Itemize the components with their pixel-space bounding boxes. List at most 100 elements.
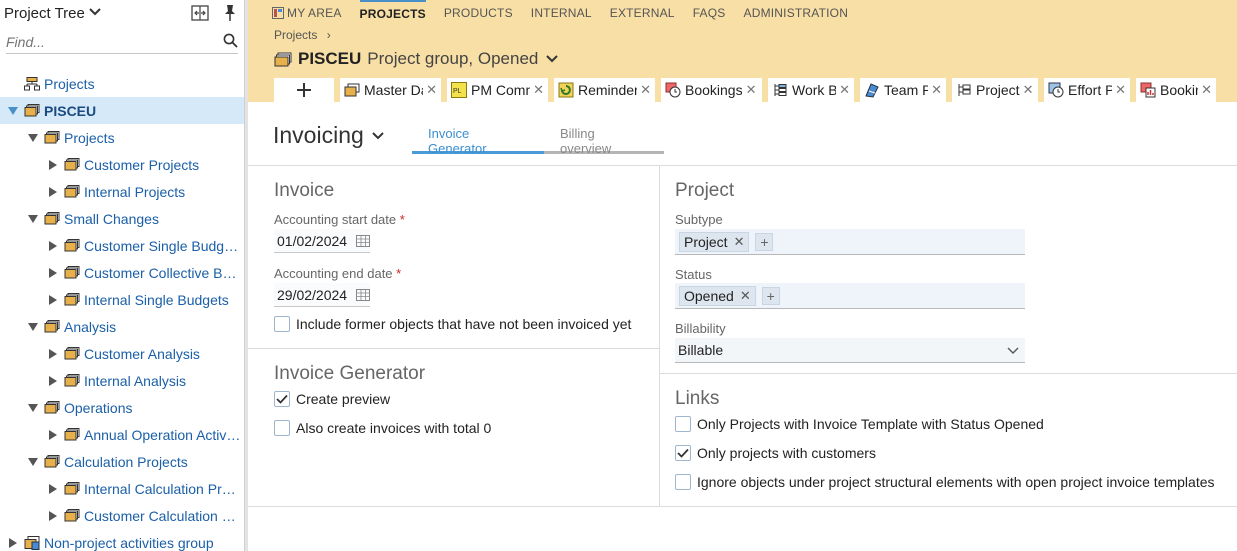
with-customers-checkbox[interactable] (675, 445, 691, 461)
tree-item[interactable]: Projects (0, 70, 244, 97)
collapse-arrow-icon[interactable] (26, 133, 40, 142)
object-tab[interactable]: Project ✕ (952, 78, 1038, 102)
close-icon[interactable]: ✕ (1201, 82, 1212, 98)
billability-select[interactable]: Billable (675, 338, 1025, 363)
search-icon[interactable] (223, 33, 238, 51)
expand-arrow-icon[interactable] (46, 483, 60, 494)
object-tab[interactable]: Bookings ✕ (661, 78, 762, 102)
tree-item[interactable]: Projects (0, 124, 244, 151)
start-date-input[interactable]: 01/02/2024 (274, 229, 370, 253)
object-tab[interactable]: Reminder ✕ (554, 78, 655, 102)
create-preview-checkbox[interactable] (274, 391, 290, 407)
include-former-checkbox[interactable] (274, 316, 290, 332)
chevron-down-icon[interactable] (89, 7, 101, 19)
collapse-arrow-icon[interactable] (26, 214, 40, 223)
tree-item[interactable]: Calculation Projects (0, 448, 244, 475)
subtype-input[interactable]: Project ✕ + (675, 229, 1025, 255)
expand-arrow-icon[interactable] (46, 186, 60, 197)
tree-item[interactable]: Customer Projects (0, 151, 244, 178)
expand-arrow-icon[interactable] (46, 267, 60, 278)
nav-item[interactable]: MY AREA (272, 0, 342, 26)
close-icon[interactable]: ✕ (1023, 82, 1034, 98)
tree-item[interactable]: Internal Single Budgets (0, 286, 244, 313)
expand-arrow-icon[interactable] (46, 375, 60, 386)
expand-arrow-icon[interactable] (46, 429, 60, 440)
include-former-option[interactable]: Include former objects that have not bee… (274, 316, 631, 332)
folder-icon (64, 374, 80, 387)
tree-item[interactable]: Small Changes (0, 205, 244, 232)
links-option-ignore-structural[interactable]: Ignore objects under project structural … (675, 474, 1215, 490)
create-preview-option[interactable]: Create preview (274, 391, 390, 407)
create-zero-checkbox[interactable] (274, 420, 290, 436)
nav-item[interactable]: EXTERNAL (610, 0, 675, 26)
object-tab[interactable]: Bookin✕ (1136, 78, 1216, 102)
collapse-arrow-icon[interactable] (26, 403, 40, 412)
tree-item[interactable]: Customer Collective B… (0, 259, 244, 286)
template-opened-checkbox[interactable] (675, 416, 691, 432)
add-tag-button[interactable]: + (761, 286, 780, 305)
remove-tag-icon[interactable]: ✕ (740, 288, 751, 304)
close-icon[interactable]: ✕ (1115, 82, 1126, 98)
object-tab[interactable]: PL PM Comme✕ (447, 78, 548, 102)
calendar-icon[interactable] (356, 234, 370, 247)
links-option-template-opened[interactable]: Only Projects with Invoice Template with… (675, 416, 1044, 432)
object-tab[interactable]: Effort P ✕ (1044, 78, 1130, 102)
tab-billing-overview[interactable]: Billing overview (544, 126, 664, 156)
expand-arrow-icon[interactable] (46, 294, 60, 305)
create-zero-option[interactable]: Also create invoices with total 0 (274, 420, 491, 436)
expand-arrow-icon[interactable] (46, 510, 60, 521)
tree-item-label: Analysis (64, 318, 117, 335)
tree-item[interactable]: Annual Operation Activ… (0, 421, 244, 448)
tree-item[interactable]: Internal Projects (0, 178, 244, 205)
tree-item[interactable]: PISCEU (0, 97, 244, 124)
nav-item[interactable]: INTERNAL (531, 0, 592, 26)
tree-search-input[interactable] (6, 33, 206, 50)
add-tab-button[interactable] (274, 78, 334, 102)
expand-arrow-icon[interactable] (6, 537, 20, 548)
tree-item[interactable]: Customer Analysis (0, 340, 244, 367)
expand-arrow-icon[interactable] (46, 159, 60, 170)
close-icon[interactable]: ✕ (426, 82, 437, 98)
chevron-down-icon[interactable] (372, 128, 384, 143)
tab-invoice-generator[interactable]: Invoice Generator (412, 126, 544, 156)
nav-item-label: FAQS (692, 6, 726, 20)
tree-item[interactable]: Customer Single Budg… (0, 232, 244, 259)
close-icon[interactable]: ✕ (931, 82, 942, 98)
collapse-arrow-icon[interactable] (26, 322, 40, 331)
breadcrumb-projects[interactable]: Projects (274, 28, 317, 42)
expand-arrow-icon[interactable] (46, 240, 60, 251)
tree-item[interactable]: Internal Analysis (0, 367, 244, 394)
expand-arrow-icon[interactable] (46, 348, 60, 359)
remove-tag-icon[interactable]: ✕ (734, 234, 745, 250)
nav-item[interactable]: FAQS (693, 0, 726, 26)
add-tag-button[interactable]: + (755, 232, 774, 251)
close-icon[interactable]: ✕ (640, 82, 651, 98)
collapse-panel-icon[interactable] (190, 4, 210, 22)
chevron-down-icon[interactable] (546, 52, 559, 66)
links-option-with-customers[interactable]: Only projects with customers (675, 445, 876, 461)
tree-item[interactable]: Analysis (0, 313, 244, 340)
tree-item[interactable]: Internal Calculation Pr… (0, 475, 244, 502)
status-input[interactable]: Opened ✕ + (675, 283, 1025, 309)
tree-item[interactable]: Customer Calculation … (0, 502, 244, 529)
tree-title[interactable]: Project Tree (4, 5, 85, 22)
pin-icon[interactable] (220, 4, 240, 22)
view-title[interactable]: Invoicing (273, 122, 364, 149)
ignore-structural-checkbox[interactable] (675, 474, 691, 490)
tree-item[interactable]: Non-project activities group (0, 529, 244, 551)
collapse-arrow-icon[interactable] (26, 457, 40, 466)
nav-item[interactable]: PROJECTS (359, 0, 426, 26)
chevron-down-icon[interactable] (1007, 342, 1019, 358)
calendar-icon[interactable] (356, 288, 370, 301)
object-tab[interactable]: Master Da ✕ (340, 78, 441, 102)
close-icon[interactable]: ✕ (533, 82, 544, 98)
end-date-input[interactable]: 29/02/2024 (274, 283, 370, 307)
nav-item[interactable]: ADMINISTRATION (744, 0, 849, 26)
object-tab[interactable]: Work B ✕ (768, 78, 854, 102)
close-icon[interactable]: ✕ (839, 82, 850, 98)
object-tab[interactable]: Team P ✕ (860, 78, 946, 102)
nav-item[interactable]: PRODUCTS (444, 0, 513, 26)
collapse-arrow-icon[interactable] (6, 106, 20, 115)
close-icon[interactable]: ✕ (746, 82, 757, 98)
tree-item[interactable]: Operations (0, 394, 244, 421)
